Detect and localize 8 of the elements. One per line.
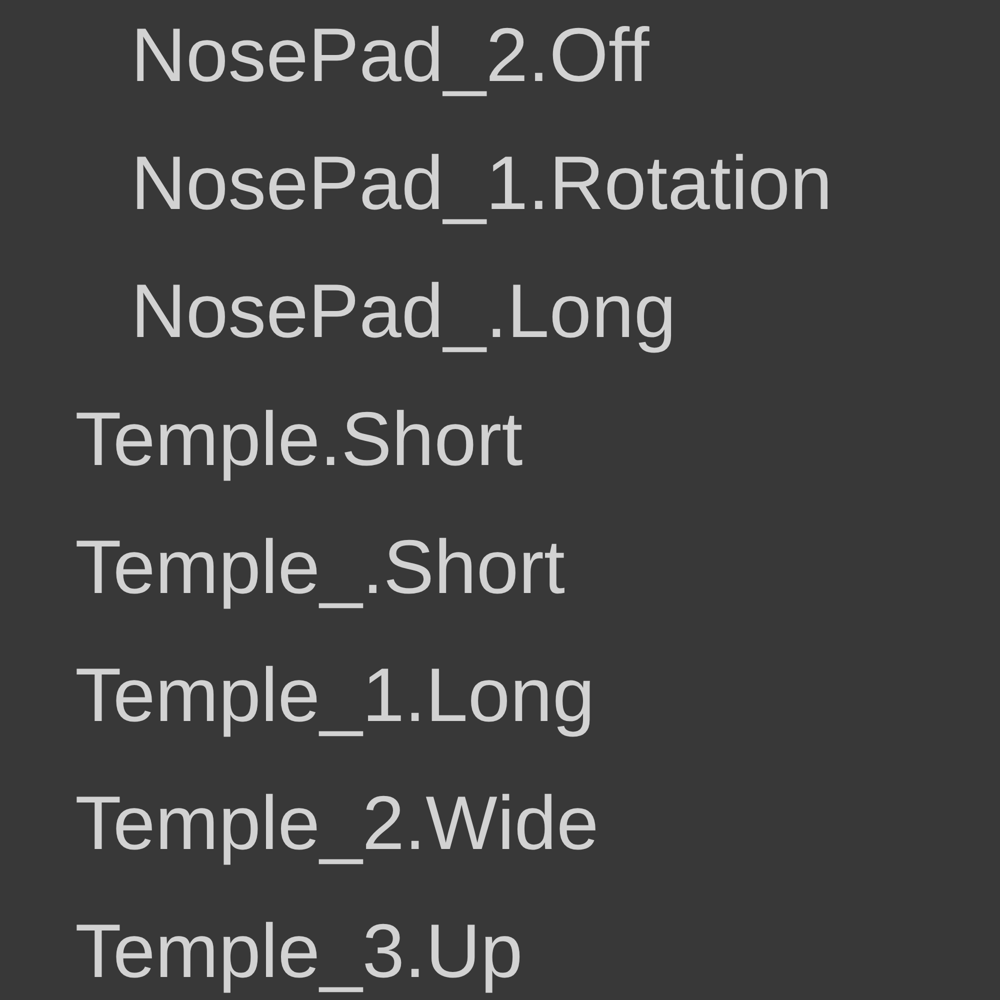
- tree-item[interactable]: Temple_.Short: [75, 524, 566, 611]
- tree-item[interactable]: Temple_2.Wide: [75, 780, 599, 867]
- tree-item[interactable]: NosePad_2.Off: [131, 12, 650, 99]
- tree-item[interactable]: Temple.Short: [75, 396, 523, 483]
- tree-item[interactable]: NosePad_.Long: [131, 268, 676, 355]
- tree-item[interactable]: Temple_3.Up: [75, 908, 523, 995]
- tree-item[interactable]: Temple_1.Long: [75, 652, 595, 739]
- tree-item[interactable]: NosePad_1.Rotation: [131, 140, 832, 227]
